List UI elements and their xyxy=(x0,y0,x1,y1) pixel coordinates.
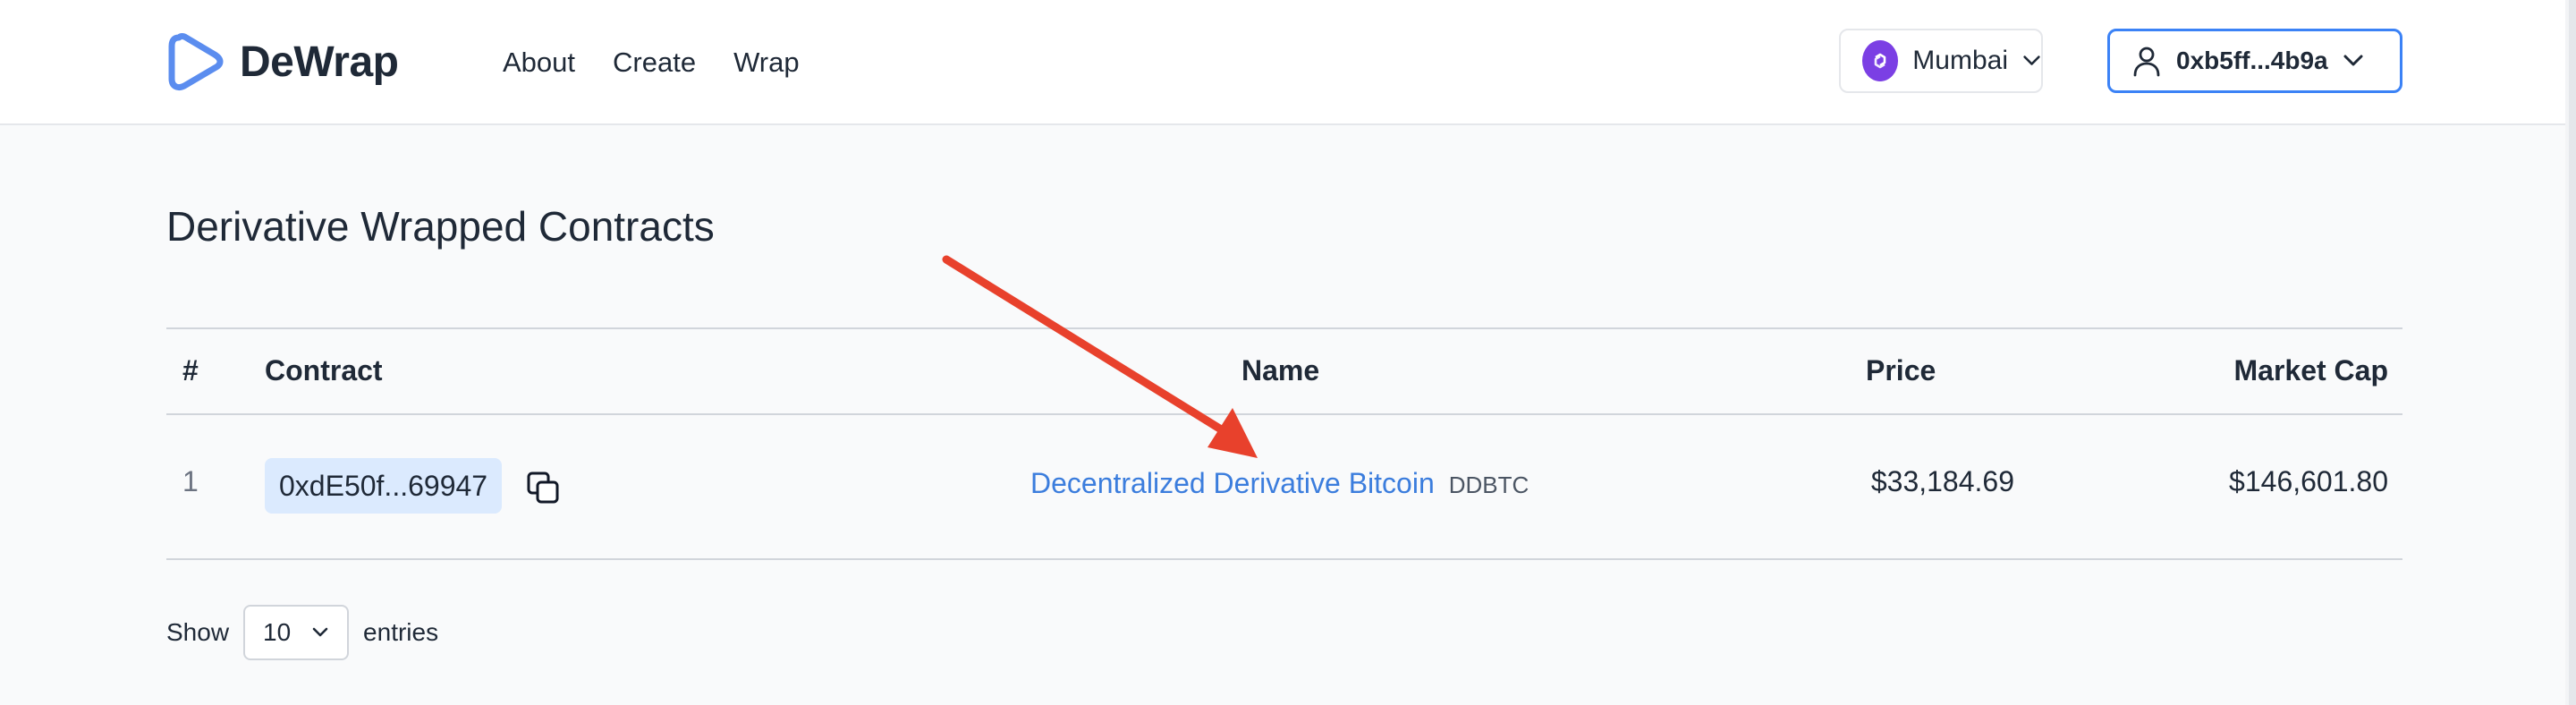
top-header: DeWrap About Create Wrap Mumbai 0xb5ff..… xyxy=(0,0,2569,125)
table-row: 1 0xdE50f...69947 Decentralized Derivati… xyxy=(166,415,2402,560)
column-header-price: Price xyxy=(1866,354,1936,386)
user-icon xyxy=(2133,47,2160,77)
wallet-account-button[interactable]: 0xb5ff...4b9a xyxy=(2107,29,2402,93)
row-index: 1 xyxy=(182,465,199,497)
polygon-icon xyxy=(1862,40,1899,81)
name-cell: Decentralized Derivative Bitcoin DDBTC xyxy=(1030,467,1529,500)
network-selector-button[interactable]: Mumbai xyxy=(1839,29,2043,93)
chevron-down-icon xyxy=(2023,55,2040,65)
network-label: Mumbai xyxy=(1912,46,2008,75)
entries-control: Show 10 entries xyxy=(166,605,438,660)
window-edge xyxy=(2569,0,2576,705)
column-header-name: Name xyxy=(1241,354,1320,386)
brand-name: DeWrap xyxy=(240,38,399,86)
main-nav: About Create Wrap xyxy=(503,43,800,82)
entries-label: entries xyxy=(363,618,439,646)
nav-wrap-link[interactable]: Wrap xyxy=(733,43,800,82)
token-symbol: DDBTC xyxy=(1448,471,1530,498)
dewrap-logo-icon xyxy=(168,33,224,91)
copy-icon[interactable] xyxy=(526,471,560,505)
column-header-contract: Contract xyxy=(265,354,383,386)
app-page: DeWrap About Create Wrap Mumbai 0xb5ff..… xyxy=(0,0,2576,705)
page-title: Derivative Wrapped Contracts xyxy=(166,203,715,250)
contracts-table: # Contract Name Price Market Cap 1 0xdE5… xyxy=(166,327,2402,560)
token-name-link[interactable]: Decentralized Derivative Bitcoin xyxy=(1030,467,1435,500)
chevron-down-icon xyxy=(312,627,328,637)
nav-about-link[interactable]: About xyxy=(503,43,575,82)
nav-create-link[interactable]: Create xyxy=(613,43,696,82)
column-header-market-cap: Market Cap xyxy=(2233,354,2389,386)
token-market-cap: $146,601.80 xyxy=(2229,465,2388,497)
main-content: Derivative Wrapped Contracts # Contract … xyxy=(0,125,2569,705)
contract-address-chip[interactable]: 0xdE50f...69947 xyxy=(265,458,503,514)
entries-per-page-select[interactable]: 10 xyxy=(243,605,350,660)
chevron-down-icon xyxy=(2343,55,2363,66)
token-price: $33,184.69 xyxy=(1870,465,2014,497)
entries-select-value: 10 xyxy=(263,618,292,646)
show-label: Show xyxy=(166,618,230,646)
brand[interactable]: DeWrap xyxy=(166,30,399,93)
column-header-index: # xyxy=(182,354,199,386)
table-header: # Contract Name Price Market Cap xyxy=(166,327,2402,415)
wallet-address: 0xb5ff...4b9a xyxy=(2176,47,2328,74)
